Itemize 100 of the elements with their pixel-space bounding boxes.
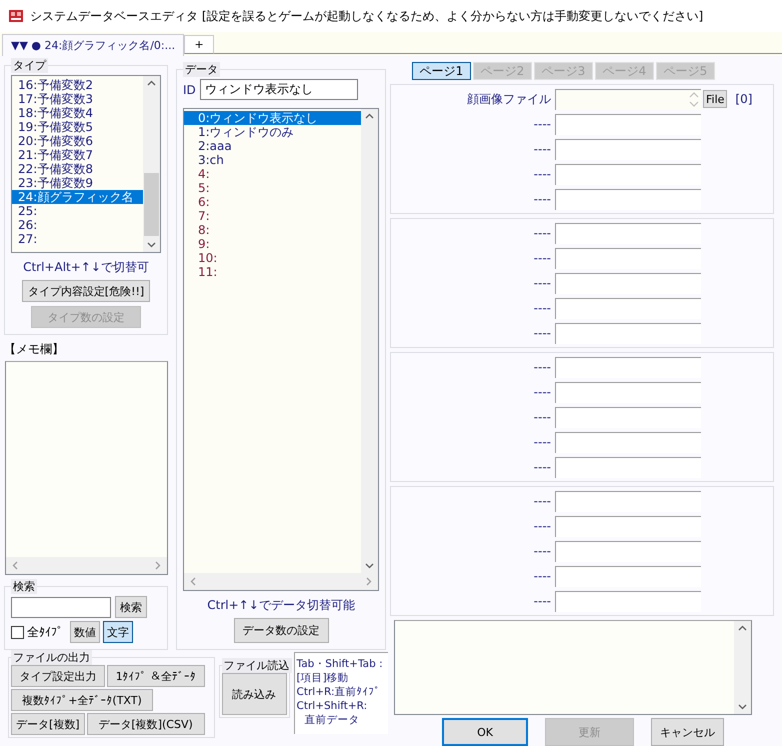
field-label: ---- xyxy=(532,360,552,374)
data-list-item[interactable]: 4: xyxy=(184,167,361,181)
type-list-item[interactable]: 18:予備変数4 xyxy=(12,106,143,120)
scrollbar[interactable] xyxy=(6,557,167,574)
input-field[interactable] xyxy=(555,114,701,134)
file-index: [0] xyxy=(735,92,752,106)
field-label: ---- xyxy=(532,569,552,583)
data-list-item[interactable]: 11: xyxy=(184,265,361,279)
chevron-left-icon xyxy=(12,561,18,570)
shortcut-text: Ctrl+R:直前ﾀｲﾌﾟ xyxy=(296,685,382,699)
type-list-item[interactable]: 20:予備変数6 xyxy=(12,134,143,148)
load-button[interactable]: 読み込み xyxy=(222,673,287,715)
group-title: ファイル読込 xyxy=(222,658,292,673)
group-title: ファイルの出力 xyxy=(11,650,92,665)
field-label: ---- xyxy=(532,251,552,265)
editor-tab[interactable]: ▼▼ ● 24:顔グラフィック名/0:... xyxy=(2,34,184,56)
group-title: 検索 xyxy=(11,579,37,594)
type-list-item[interactable]: 25: xyxy=(12,204,143,218)
data-list-item[interactable]: 8: xyxy=(184,223,361,237)
page-tab[interactable]: ページ1 xyxy=(412,62,471,80)
input-field[interactable] xyxy=(555,382,701,402)
input-field[interactable] xyxy=(555,590,701,612)
type-button[interactable]: タイプ内容設定[危険!!] xyxy=(22,280,150,302)
data-list-item[interactable]: 7: xyxy=(184,209,361,223)
export-button[interactable]: 1ﾀｲﾌﾟ ＆全ﾃﾞｰﾀ xyxy=(107,665,205,687)
field-label: ---- xyxy=(532,410,552,424)
data-list-item[interactable]: 9: xyxy=(184,237,361,251)
type-list-item[interactable]: 22:予備変数8 xyxy=(12,162,143,176)
input-field[interactable] xyxy=(555,322,701,344)
memo-title: 【メモ欄】 xyxy=(4,341,65,358)
hint-text: Ctrl+Alt+↑↓で切替可 xyxy=(22,259,150,276)
export-button[interactable]: 複数ﾀｲﾌﾟ+全ﾃﾞｰﾀ(TXT) xyxy=(11,689,153,711)
group-title: タイプ xyxy=(11,58,48,73)
checkbox-label: 全ﾀｲﾌﾟ xyxy=(27,624,63,640)
type-list-item[interactable]: 23:予備変数9 xyxy=(12,176,143,190)
field-label: ---- xyxy=(532,594,552,608)
scrollbar[interactable] xyxy=(184,573,378,590)
scrollbar[interactable] xyxy=(143,76,160,252)
name-field[interactable]: ウィンドウ表示なし xyxy=(200,79,358,100)
chevron-right-icon xyxy=(155,561,161,570)
export-button[interactable]: タイプ設定出力 xyxy=(11,665,105,687)
input-field[interactable] xyxy=(555,516,701,536)
type-list-item[interactable]: 19:予備変数5 xyxy=(12,120,143,134)
shortcut-text: [項目]移動 xyxy=(296,671,350,685)
input-field[interactable] xyxy=(555,138,701,160)
type-list-item[interactable]: 27: xyxy=(12,232,143,246)
field-label: 顔画像ファイル xyxy=(466,90,552,108)
input-field[interactable] xyxy=(555,248,701,268)
data-list-item[interactable]: 10: xyxy=(184,251,361,265)
field-label: ---- xyxy=(532,494,552,508)
input-field[interactable] xyxy=(555,540,701,562)
export-button[interactable]: データ[複数](CSV) xyxy=(86,713,205,735)
data-list-item[interactable]: 3:ch xyxy=(184,153,361,167)
spinner-icon xyxy=(687,90,701,108)
input-field[interactable] xyxy=(555,432,701,452)
shortcut-text: 直前データ xyxy=(304,713,361,727)
mode-toggle[interactable]: 数値 xyxy=(70,621,100,643)
file-field[interactable] xyxy=(555,88,701,110)
data-list-item[interactable]: 6: xyxy=(184,195,361,209)
field-label: ---- xyxy=(532,544,552,558)
input-field[interactable] xyxy=(555,188,701,210)
chevron-down-icon xyxy=(147,242,156,248)
data-count-button[interactable]: データ数の設定 xyxy=(234,618,328,643)
input-field[interactable] xyxy=(555,406,701,428)
data-list-item[interactable]: 5: xyxy=(184,181,361,195)
note-field[interactable] xyxy=(394,620,752,715)
field-label: ---- xyxy=(532,435,552,449)
dialog-button[interactable]: キャンセル xyxy=(651,718,724,746)
scrollbar[interactable] xyxy=(361,109,378,573)
type-list-item[interactable]: 21:予備変数7 xyxy=(12,148,143,162)
input-field[interactable] xyxy=(555,222,701,244)
input-field[interactable] xyxy=(555,298,701,318)
field-label: ---- xyxy=(532,385,552,399)
chevron-up-icon xyxy=(147,80,156,86)
data-list-item[interactable]: 1:ウィンドウのみ xyxy=(184,125,361,139)
type-list-item[interactable]: 16:予備変数2 xyxy=(12,78,143,92)
dialog-button[interactable]: OK xyxy=(442,718,528,746)
type-list-item[interactable]: 24:顔グラフィック名 xyxy=(12,190,143,204)
data-list-item[interactable]: 2:aaa xyxy=(184,139,361,153)
input-field[interactable] xyxy=(555,490,701,512)
input-field[interactable] xyxy=(555,272,701,294)
export-button[interactable]: データ[複数] xyxy=(11,713,85,735)
input-field[interactable] xyxy=(555,566,701,586)
input-field[interactable] xyxy=(555,456,701,478)
search-field[interactable] xyxy=(11,596,111,618)
scrollbar[interactable] xyxy=(734,621,751,714)
checkbox[interactable] xyxy=(11,626,24,638)
field-label: ---- xyxy=(532,519,552,533)
file-button[interactable]: File xyxy=(703,90,728,108)
chevron-up-icon xyxy=(365,113,374,119)
search-button[interactable]: 検索 xyxy=(115,596,147,618)
input-field[interactable] xyxy=(555,164,701,184)
memo-field[interactable] xyxy=(5,361,168,575)
mode-toggle[interactable]: 文字 xyxy=(103,621,133,643)
editor-tab[interactable]: + xyxy=(184,35,214,54)
data-list-item[interactable]: 0:ウィンドウ表示なし xyxy=(184,111,361,125)
chevron-right-icon xyxy=(366,577,372,586)
type-list-item[interactable]: 17:予備変数3 xyxy=(12,92,143,106)
type-list-item[interactable]: 26: xyxy=(12,218,143,232)
input-field[interactable] xyxy=(555,356,701,378)
